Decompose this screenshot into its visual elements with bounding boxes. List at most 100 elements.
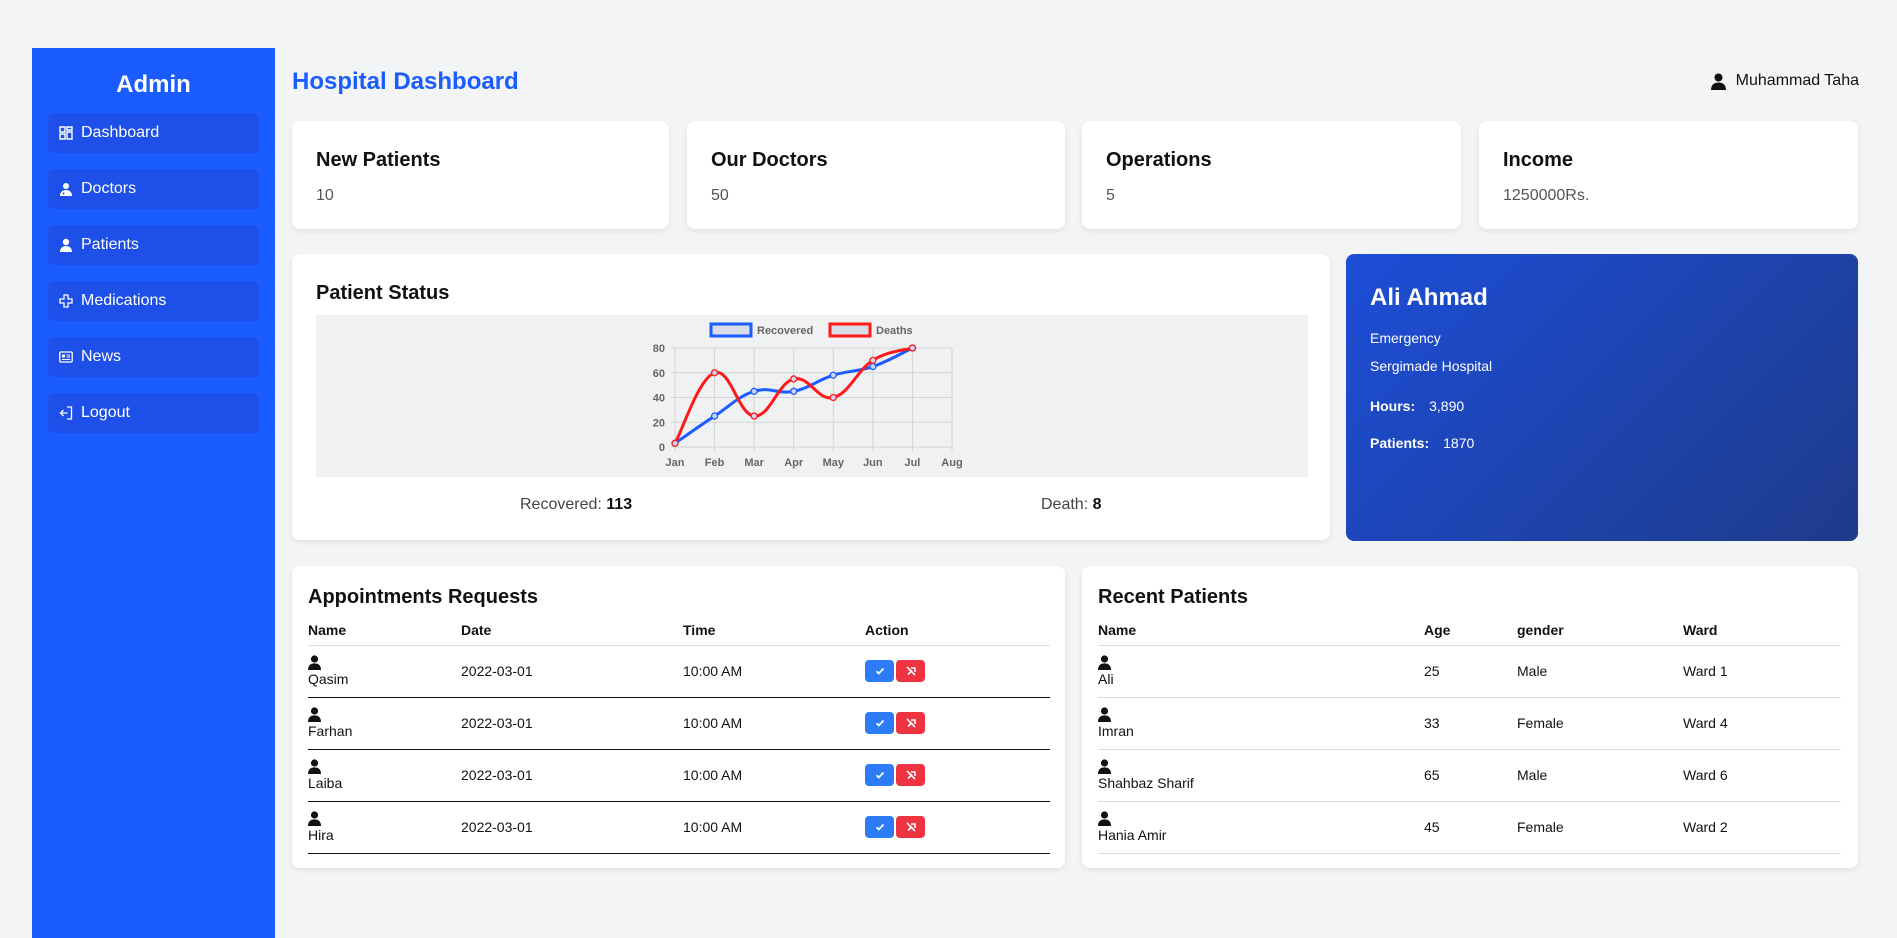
table-row: Qasim 2022-03-01 10:00 AM bbox=[308, 645, 1050, 698]
data-point bbox=[908, 344, 917, 352]
column-header: Name bbox=[308, 619, 461, 646]
stat-value: 50 bbox=[711, 187, 729, 204]
data-point bbox=[790, 387, 798, 395]
patients-label: Patients: bbox=[1370, 435, 1430, 451]
profile-hospital: Sergimade Hospital bbox=[1370, 358, 1493, 374]
page-title: Hospital Dashboard bbox=[292, 68, 519, 95]
patients-value: 1870 bbox=[1443, 435, 1475, 451]
column-header: Ward bbox=[1683, 619, 1841, 646]
data-point bbox=[869, 362, 877, 371]
legend-swatch bbox=[828, 322, 872, 338]
action-cell bbox=[865, 801, 1050, 854]
death-value: 8 bbox=[1092, 496, 1102, 513]
patient-name: Farhan bbox=[308, 723, 353, 739]
reject-button[interactable] bbox=[896, 660, 925, 682]
patient-cell: Farhan bbox=[308, 697, 461, 750]
stat-card-doctors: Our Doctors 50 bbox=[687, 121, 1065, 229]
table-row: Laiba 2022-03-01 10:00 AM bbox=[308, 749, 1050, 802]
y-tick-label: 60 bbox=[653, 368, 665, 380]
legend-label: Recovered bbox=[757, 325, 813, 337]
x-tick-label: May bbox=[823, 457, 845, 469]
data-point bbox=[829, 371, 837, 379]
action-cell bbox=[865, 749, 1050, 802]
y-tick-label: 80 bbox=[653, 343, 665, 355]
sidebar-item-doctors[interactable]: Doctors bbox=[48, 169, 259, 209]
ward-cell: Ward 6 bbox=[1683, 749, 1841, 802]
user-icon bbox=[308, 759, 321, 774]
user-icon bbox=[1098, 655, 1111, 670]
sidebar-item-label: Logout bbox=[81, 404, 130, 421]
patient-name: Hania Amir bbox=[1098, 827, 1167, 843]
sidebar-item-medications[interactable]: Medications bbox=[48, 281, 259, 321]
patient-name: Imran bbox=[1098, 723, 1134, 739]
ward-cell: Ward 1 bbox=[1683, 645, 1841, 698]
user-icon bbox=[1710, 73, 1726, 90]
brand-title: Admin bbox=[116, 71, 191, 98]
y-tick-label: 0 bbox=[659, 442, 665, 454]
reject-button[interactable] bbox=[896, 764, 925, 786]
stat-title: Our Doctors bbox=[711, 149, 828, 171]
x-tick-label: Aug bbox=[941, 457, 962, 469]
time-cell: 10:00 AM bbox=[683, 801, 865, 854]
accept-button[interactable] bbox=[865, 660, 894, 682]
column-header: Action bbox=[865, 619, 1050, 646]
table-row: Shahbaz Sharif 65 Male Ward 6 bbox=[1098, 749, 1841, 802]
recent-patients-table: Name Age gender Ward Ali 25 Male Ward 1 Imra… bbox=[1098, 619, 1841, 854]
table-row: Farhan 2022-03-01 10:00 AM bbox=[308, 697, 1050, 750]
medical-cross-icon bbox=[59, 294, 73, 308]
sidebar-item-label: Medications bbox=[81, 292, 167, 309]
patient-name: Qasim bbox=[308, 671, 349, 687]
action-cell bbox=[865, 645, 1050, 698]
table-header-row: Name Age gender Ward bbox=[1098, 619, 1841, 646]
sidebar-item-dashboard[interactable]: Dashboard bbox=[48, 113, 259, 153]
doctor-profile-card: Ali Ahmad Emergency Sergimade Hospital H… bbox=[1346, 254, 1858, 541]
user-icon bbox=[308, 707, 321, 722]
recovered-label: Recovered: bbox=[520, 496, 602, 513]
sidebar-item-patients[interactable]: Patients bbox=[48, 225, 259, 265]
data-point bbox=[750, 387, 758, 395]
sidebar-item-news[interactable]: News bbox=[48, 337, 259, 377]
patient-name: Hira bbox=[308, 827, 334, 843]
sidebar-item-label: Dashboard bbox=[81, 124, 160, 141]
table-row: Ali 25 Male Ward 1 bbox=[1098, 645, 1841, 698]
age-cell: 25 bbox=[1424, 645, 1517, 698]
reject-button[interactable] bbox=[896, 712, 925, 734]
x-tick-label: Jun bbox=[863, 457, 883, 469]
accept-button[interactable] bbox=[865, 712, 894, 734]
sidebar-item-label: Doctors bbox=[81, 180, 137, 197]
age-cell: 33 bbox=[1424, 697, 1517, 750]
recent-patients-card: Recent Patients Name Age gender Ward Ali… bbox=[1082, 566, 1858, 868]
data-point bbox=[829, 393, 837, 402]
cancel-icon bbox=[905, 770, 916, 780]
x-tick-label: Apr bbox=[784, 457, 804, 469]
x-tick-label: Mar bbox=[744, 457, 764, 469]
hours-label: Hours: bbox=[1370, 398, 1416, 414]
column-header: Time bbox=[683, 619, 865, 646]
cancel-icon bbox=[905, 718, 916, 728]
column-header: Name bbox=[1098, 619, 1424, 646]
accept-button[interactable] bbox=[865, 816, 894, 838]
stat-title: Income bbox=[1503, 149, 1574, 171]
table-row: Hania Amir 45 Female Ward 2 bbox=[1098, 801, 1841, 854]
reject-button[interactable] bbox=[896, 816, 925, 838]
patient-status-title: Patient Status bbox=[316, 282, 450, 304]
age-cell: 45 bbox=[1424, 801, 1517, 854]
data-point bbox=[710, 369, 719, 377]
sidebar-item-logout[interactable]: Logout bbox=[48, 393, 259, 433]
patient-cell: Laiba bbox=[308, 749, 461, 802]
accept-button[interactable] bbox=[865, 764, 894, 786]
patient-cell: Qasim bbox=[308, 645, 461, 698]
column-header: gender bbox=[1517, 619, 1683, 646]
y-tick-label: 40 bbox=[653, 393, 665, 405]
appointments-title: Appointments Requests bbox=[308, 586, 539, 608]
sidebar-nav: Dashboard Doctors Patients Medications N… bbox=[32, 113, 275, 433]
check-icon bbox=[875, 823, 884, 831]
user-icon bbox=[308, 655, 321, 670]
user-menu[interactable]: Muhammad Taha bbox=[1710, 72, 1859, 90]
newspaper-icon bbox=[59, 351, 73, 363]
data-point bbox=[750, 412, 758, 420]
profile-hours: Hours: 3,890 bbox=[1370, 398, 1464, 414]
stat-card-operations: Operations 5 bbox=[1082, 121, 1461, 229]
date-cell: 2022-03-01 bbox=[461, 645, 683, 698]
stat-value: 10 bbox=[316, 187, 334, 204]
